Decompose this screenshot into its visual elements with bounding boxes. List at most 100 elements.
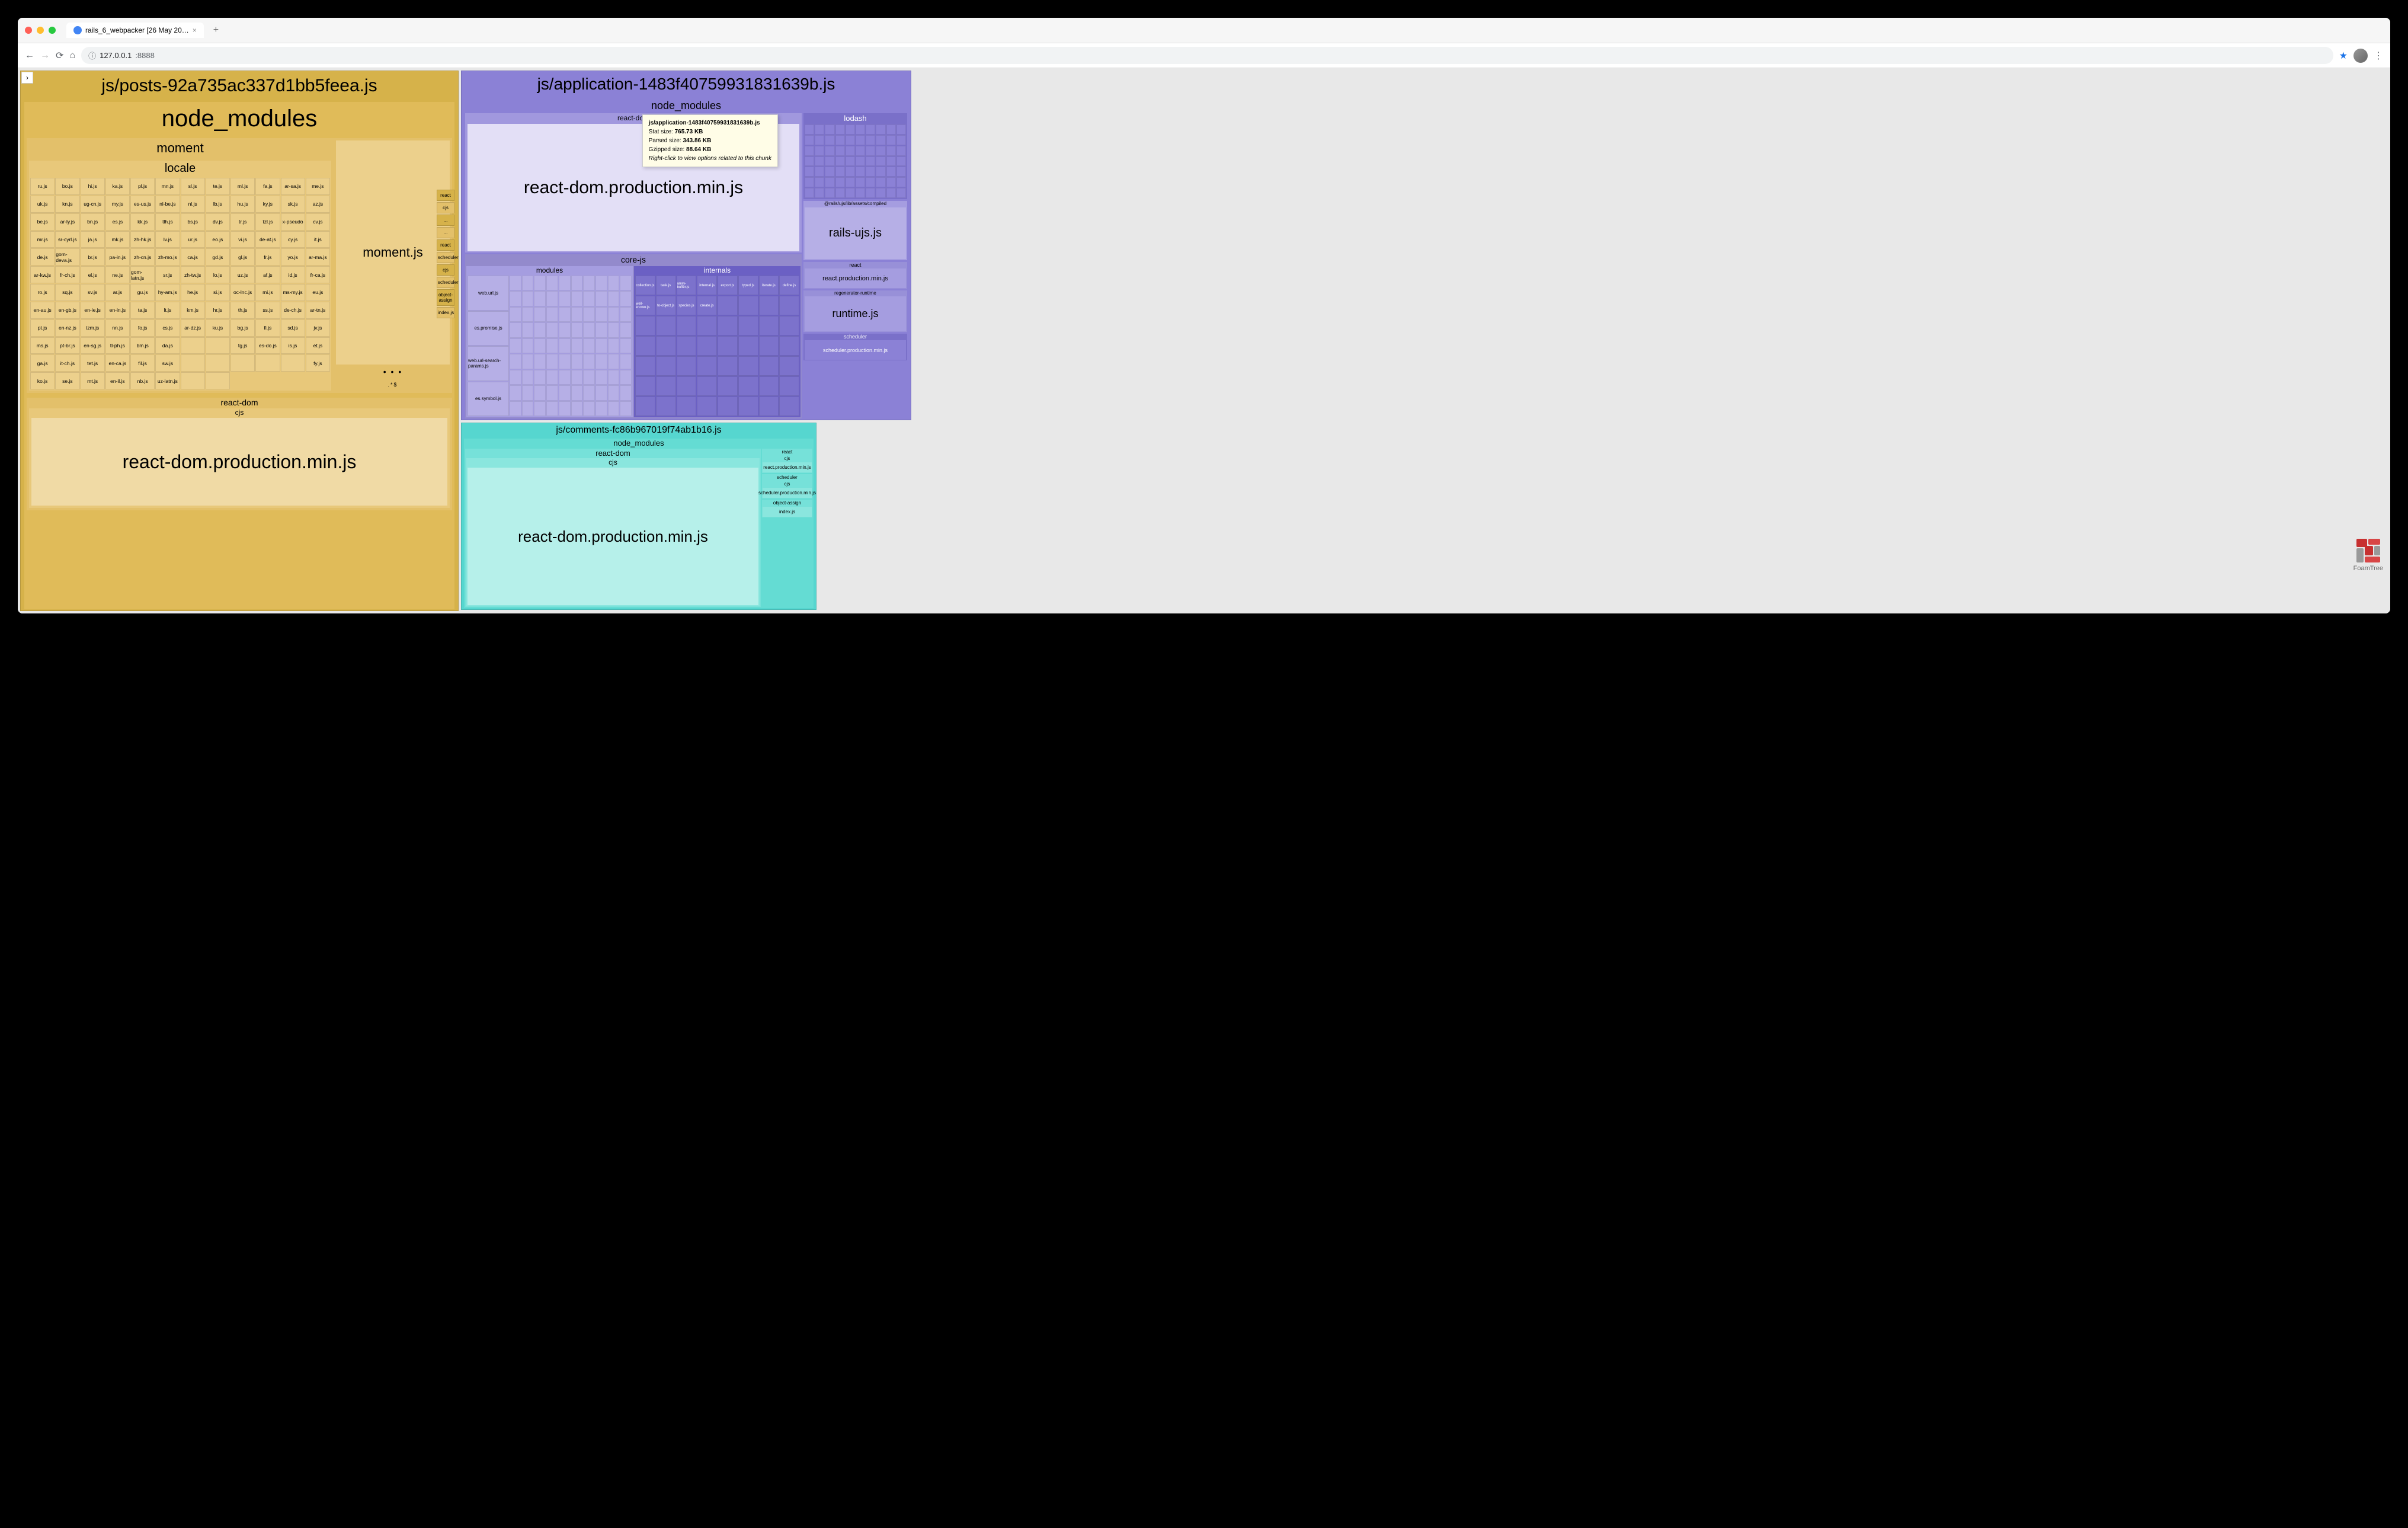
locale-file[interactable]: mi.js [255, 284, 280, 301]
internal-cell[interactable] [738, 397, 758, 416]
internal-cell[interactable] [697, 336, 717, 356]
locale-file[interactable]: ja.js [81, 231, 105, 248]
internal-cell[interactable] [677, 316, 697, 335]
internal-cell[interactable] [677, 376, 697, 396]
locale-file[interactable]: ar-sa.js [281, 178, 305, 195]
forward-button[interactable]: → [40, 50, 50, 61]
module-cell[interactable] [546, 291, 558, 306]
locale-file[interactable]: pa-in.js [105, 248, 130, 266]
lodash-cell[interactable] [805, 188, 814, 198]
internal-cell[interactable] [779, 397, 799, 416]
internal-cell[interactable]: collection.js [635, 276, 655, 295]
lodash-cell[interactable] [835, 188, 845, 198]
internal-cell[interactable] [697, 376, 717, 396]
lodash-cell[interactable] [805, 167, 814, 177]
module-cell[interactable] [534, 401, 546, 416]
locale-file[interactable] [255, 354, 280, 372]
internal-cell[interactable]: create.js [697, 296, 717, 315]
locale-file[interactable]: es-us.js [130, 196, 155, 213]
side-chip[interactable]: scheduler [437, 252, 454, 263]
locale-file[interactable]: gd.js [206, 248, 230, 266]
module-cell[interactable] [608, 276, 620, 290]
locale-file[interactable]: ar-dz.js [181, 319, 205, 337]
internal-cell[interactable] [677, 356, 697, 376]
lodash-cell[interactable] [886, 135, 896, 145]
locale-file[interactable]: uz.js [230, 266, 255, 283]
locale-file[interactable]: kn.js [55, 196, 79, 213]
locale-file[interactable]: bo.js [55, 178, 79, 195]
internal-cell[interactable]: define.js [779, 276, 799, 295]
module-cell[interactable] [522, 291, 534, 306]
module-cell[interactable] [583, 370, 595, 385]
lodash-cell[interactable] [866, 188, 875, 198]
module-cell[interactable] [620, 291, 632, 306]
module-cell[interactable] [595, 322, 607, 337]
side-chip[interactable]: ... [437, 215, 454, 226]
locale-file[interactable]: ky.js [255, 196, 280, 213]
internal-cell[interactable] [635, 336, 655, 356]
treemap-posts-bundle[interactable]: js/posts-92a735ac337d1bb5feea.js node_mo… [20, 71, 459, 611]
comments-chip[interactable]: reactcjsreact.production.min.js [762, 449, 812, 473]
locale-file[interactable]: be.js [30, 213, 55, 231]
lodash-cell[interactable] [856, 135, 865, 145]
locale-file[interactable]: fa.js [255, 178, 280, 195]
module-cell[interactable] [510, 370, 521, 385]
module-cell[interactable] [595, 276, 607, 290]
module-cell[interactable] [546, 307, 558, 322]
locale-file[interactable]: ar-kw.js [30, 266, 55, 283]
module-cell[interactable] [522, 338, 534, 353]
module-cell[interactable] [595, 401, 607, 416]
locale-file[interactable]: de-at.js [255, 231, 280, 248]
module-cell[interactable] [510, 401, 521, 416]
module-cell[interactable] [608, 338, 620, 353]
module-cell[interactable] [534, 276, 546, 290]
module-cell[interactable] [595, 370, 607, 385]
locale-file[interactable]: sq.js [55, 284, 79, 301]
locale-file[interactable]: ug-cn.js [81, 196, 105, 213]
locale-file[interactable]: tet.js [81, 354, 105, 372]
internal-cell[interactable]: well-known.js [635, 296, 655, 315]
locale-file[interactable]: ga.js [30, 354, 55, 372]
address-bar[interactable]: ⓘ 127.0.0.1:8888 [81, 47, 2333, 64]
module-cell[interactable] [522, 276, 534, 290]
module-cell[interactable] [583, 291, 595, 306]
internal-cell[interactable] [697, 356, 717, 376]
module-cell[interactable] [571, 385, 583, 400]
locale-file[interactable]: ca.js [181, 248, 205, 266]
lodash-cell[interactable] [825, 146, 834, 156]
locale-file[interactable]: hr.js [206, 302, 230, 319]
internal-cell[interactable] [759, 296, 779, 315]
locale-file[interactable]: hi.js [81, 178, 105, 195]
module-cell[interactable] [522, 307, 534, 322]
locale-file[interactable]: en-nz.js [55, 319, 79, 337]
module-cell[interactable] [546, 401, 558, 416]
locale-file[interactable]: id.js [281, 266, 305, 283]
module-cell[interactable] [571, 370, 583, 385]
runtime-block[interactable]: regenerator-runtime runtime.js [803, 290, 907, 332]
module-cell[interactable] [546, 354, 558, 369]
browser-menu-button[interactable]: ⋮ [2374, 50, 2383, 62]
side-chip[interactable]: object-assign [437, 289, 454, 306]
locale-file[interactable]: hy-am.js [155, 284, 180, 301]
module-cell[interactable] [620, 370, 632, 385]
lodash-cell[interactable] [846, 188, 855, 198]
locale-file[interactable]: nl-be.js [155, 196, 180, 213]
internal-cell[interactable] [656, 316, 676, 335]
locale-file[interactable] [230, 354, 255, 372]
module-file[interactable]: es.promise.js [467, 311, 509, 346]
lodash-cell[interactable] [815, 124, 824, 135]
locale-file[interactable]: pl.js [130, 178, 155, 195]
locale-file[interactable]: nl.js [181, 196, 205, 213]
locale-file[interactable]: el.js [81, 266, 105, 283]
locale-file[interactable]: zh-mo.js [155, 248, 180, 266]
locale-file[interactable]: zh-tw.js [181, 266, 205, 283]
locale-file[interactable]: ko.js [30, 372, 55, 389]
locale-file[interactable]: bg.js [230, 319, 255, 337]
module-cell[interactable] [583, 322, 595, 337]
module-file[interactable]: es.symbol.js [467, 382, 509, 417]
lodash-cell[interactable] [876, 177, 885, 187]
side-chip[interactable]: cjs [437, 264, 454, 276]
module-cell[interactable] [583, 401, 595, 416]
comments-react-dom-block[interactable]: react-dom cjs react-dom.production.min.j… [465, 449, 761, 607]
module-cell[interactable] [534, 307, 546, 322]
